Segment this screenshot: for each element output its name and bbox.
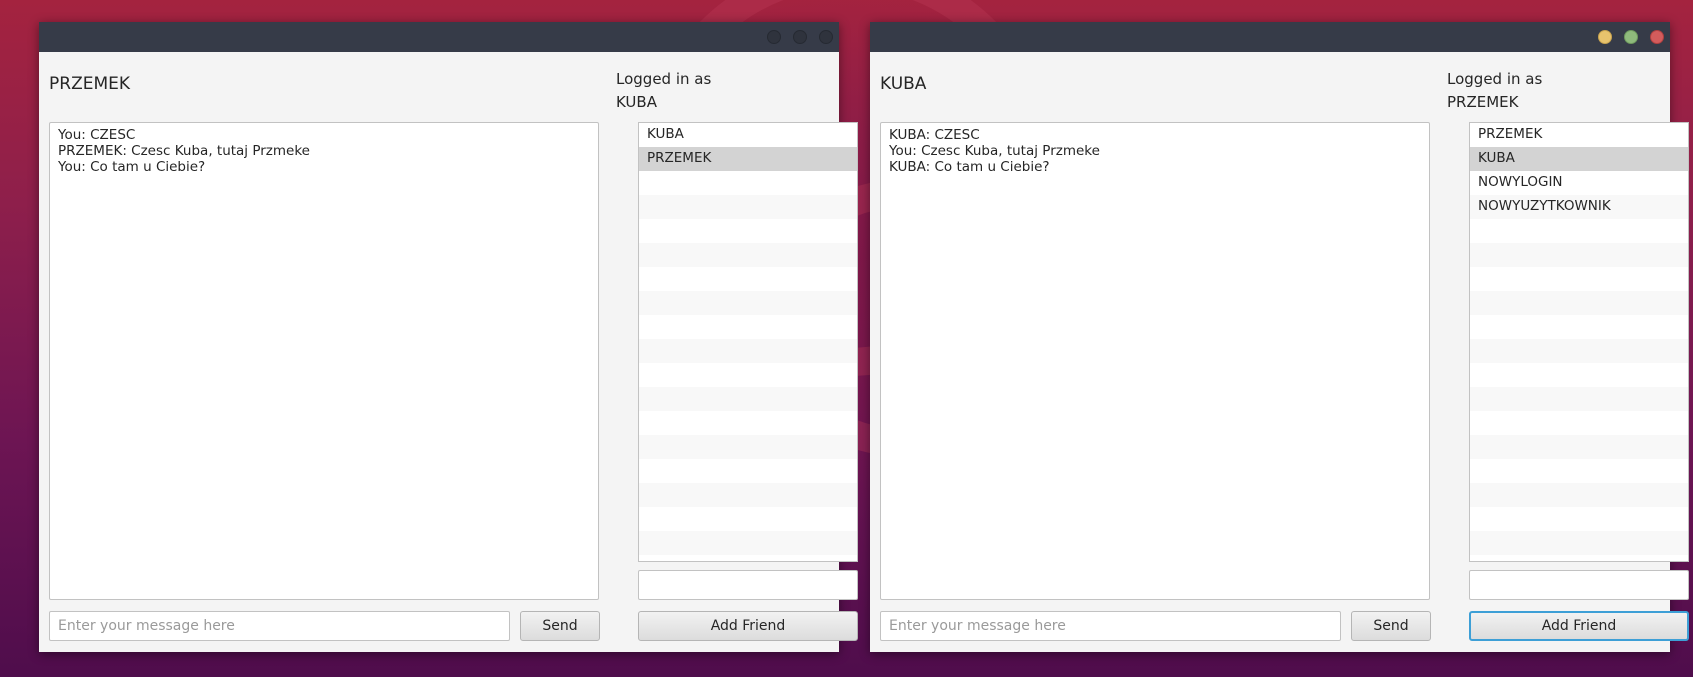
empty-list-row: [639, 531, 857, 555]
friends-list[interactable]: KUBA PRZEMEK: [638, 122, 858, 562]
close-icon[interactable]: [1650, 30, 1664, 44]
logged-in-user: PRZEMEK: [1447, 93, 1519, 111]
add-friend-input[interactable]: [638, 570, 858, 600]
empty-list-row: [639, 291, 857, 315]
friend-list-item[interactable]: NOWYLOGIN: [1470, 171, 1688, 195]
add-friend-button[interactable]: Add Friend: [638, 611, 858, 641]
empty-list-row: [639, 267, 857, 291]
chat-message: You: Co tam u Ciebie?: [58, 159, 206, 175]
window-titlebar[interactable]: [870, 22, 1670, 52]
message-input[interactable]: [49, 611, 510, 641]
empty-list-row: [1470, 267, 1688, 291]
empty-list-row: [639, 219, 857, 243]
friend-list-item[interactable]: NOWYUZYTKOWNIK: [1470, 195, 1688, 219]
empty-list-row: [1470, 219, 1688, 243]
logged-in-user: KUBA: [616, 93, 657, 111]
empty-list-row: [1470, 435, 1688, 459]
empty-list-row: [1470, 387, 1688, 411]
maximize-icon[interactable]: [793, 30, 807, 44]
close-icon[interactable]: [819, 30, 833, 44]
send-button[interactable]: Send: [1351, 611, 1431, 641]
empty-list-row: [1470, 315, 1688, 339]
chat-message: You: Czesc Kuba, tutaj Przmeke: [889, 143, 1100, 159]
add-friend-input[interactable]: [1469, 570, 1689, 600]
window-titlebar[interactable]: [39, 22, 839, 52]
empty-list-row: [639, 339, 857, 363]
friend-list-item-selected[interactable]: PRZEMEK: [639, 147, 857, 171]
empty-list-row: [639, 195, 857, 219]
empty-list-row: [1470, 531, 1688, 555]
empty-list-row: [1470, 459, 1688, 483]
empty-list-row: [639, 507, 857, 531]
chat-message: You: CZESC: [58, 127, 136, 143]
empty-list-row: [1470, 363, 1688, 387]
empty-list-row: [1470, 507, 1688, 531]
friend-list-item-selected[interactable]: KUBA: [1470, 147, 1688, 171]
empty-list-row: [639, 171, 857, 195]
minimize-icon[interactable]: [1598, 30, 1612, 44]
empty-list-row: [639, 435, 857, 459]
friend-list-item[interactable]: PRZEMEK: [1470, 123, 1688, 147]
empty-list-row: [1470, 291, 1688, 315]
chat-partner-name: PRZEMEK: [49, 74, 131, 94]
empty-list-row: [639, 387, 857, 411]
logged-in-label: Logged in as: [616, 70, 712, 88]
minimize-icon[interactable]: [767, 30, 781, 44]
chat-history[interactable]: KUBA: CZESC You: Czesc Kuba, tutaj Przme…: [880, 122, 1430, 600]
empty-list-row: [639, 315, 857, 339]
empty-list-row: [639, 459, 857, 483]
empty-list-row: [1470, 243, 1688, 267]
chat-message: KUBA: CZESC: [889, 127, 980, 143]
friend-list-item[interactable]: KUBA: [639, 123, 857, 147]
empty-list-row: [639, 243, 857, 267]
chat-message: KUBA: Co tam u Ciebie?: [889, 159, 1050, 175]
add-friend-button[interactable]: Add Friend: [1469, 611, 1689, 641]
send-button[interactable]: Send: [520, 611, 600, 641]
empty-list-row: [1470, 483, 1688, 507]
chat-partner-name: KUBA: [880, 74, 927, 94]
empty-list-row: [639, 483, 857, 507]
chat-message: PRZEMEK: Czesc Kuba, tutaj Przmeke: [58, 143, 310, 159]
chat-history[interactable]: You: CZESC PRZEMEK: Czesc Kuba, tutaj Pr…: [49, 122, 599, 600]
chat-window-kuba: KUBA Logged in as PRZEMEK KUBA: CZESC Yo…: [870, 22, 1689, 652]
logged-in-label: Logged in as: [1447, 70, 1543, 88]
maximize-icon[interactable]: [1624, 30, 1638, 44]
empty-list-row: [639, 363, 857, 387]
empty-list-row: [1470, 339, 1688, 363]
chat-window-przemek: PRZEMEK Logged in as KUBA You: CZESC PRZ…: [39, 22, 858, 652]
empty-list-row: [639, 411, 857, 435]
empty-list-row: [1470, 411, 1688, 435]
message-input[interactable]: [880, 611, 1341, 641]
friends-list[interactable]: PRZEMEK KUBA NOWYLOGIN NOWYUZYTKOWNIK: [1469, 122, 1689, 562]
